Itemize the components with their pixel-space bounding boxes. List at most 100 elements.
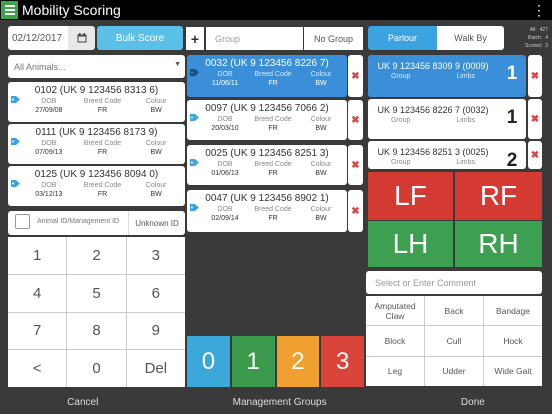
keypad-key[interactable]: 1 [8, 237, 67, 274]
remove-x-icon[interactable]: ✖ [528, 99, 542, 139]
animals-filter-select[interactable]: All Animals... ▼ [8, 55, 185, 78]
condition-button[interactable]: Amputated Claw [366, 296, 424, 326]
breed-label: Breed Code [83, 140, 122, 147]
score-1-button[interactable]: 1 [231, 336, 275, 387]
remove-x-icon[interactable]: ✖ [528, 141, 542, 169]
condition-button[interactable]: Hock [484, 326, 542, 356]
all-label: All: [529, 27, 537, 33]
queue-card[interactable]: 0025 (UK 9 123456 8251 3) DOB Breed Code C… [187, 145, 347, 185]
animal-card[interactable]: 0102 (UK 9 123456 8313 6) DOB Breed Code C… [8, 82, 185, 122]
keypad-key[interactable]: 9 [126, 312, 185, 350]
scored-card-selected[interactable]: UK 9 123456 8309 9 (0009) Group Limbs 1 [368, 55, 526, 97]
animal-eid: 0111 (UK 9 123456 8173 9) [35, 127, 158, 138]
breed-value: FR [268, 125, 278, 132]
queue-eid: 0097 (UK 9 123456 7066 2) [205, 103, 329, 114]
colour-value: BW [315, 170, 327, 177]
dob-value: 27/09/08 [35, 107, 63, 114]
group-label: Group [390, 159, 411, 166]
cancel-button[interactable]: Cancel [67, 397, 98, 408]
keypad-backspace-key[interactable]: < [8, 350, 67, 387]
animal-card[interactable]: 0125 (UK 9 123456 8094 0) DOB Breed Code C… [8, 166, 185, 206]
scored-label: Scored: [524, 43, 543, 49]
animal-id-input[interactable]: Animal ID/Management ID [37, 218, 119, 225]
scored-card[interactable]: UK 9 123456 8251 3 (0025) Group Limbs 2 [368, 141, 526, 169]
dob-label: DOB [41, 182, 57, 189]
keypad-key[interactable]: 4 [8, 274, 67, 312]
bulk-score-button[interactable]: Bulk Score [97, 26, 183, 50]
keypad-key[interactable]: 6 [126, 274, 185, 312]
app-title: Mobility Scoring [22, 2, 121, 18]
score-0-button[interactable]: 0 [187, 336, 230, 387]
limb-lh-button[interactable]: LH [368, 221, 453, 267]
queue-card[interactable]: 0097 (UK 9 123456 7066 2) DOB Breed Code C… [187, 100, 347, 140]
done-button[interactable]: Done [461, 397, 485, 408]
keypad-key[interactable]: 5 [67, 274, 126, 312]
no-group-button[interactable]: No Group [304, 27, 363, 50]
score-buttons: 0 1 2 3 [187, 336, 364, 387]
remove-x-icon[interactable]: ✖ [528, 55, 542, 97]
tag-icon [11, 96, 20, 103]
keypad-key[interactable]: 8 [67, 312, 126, 350]
colour-label: Colour [310, 206, 332, 213]
remove-x-icon[interactable]: ✖ [348, 145, 363, 185]
scored-card[interactable]: UK 9 123456 8226 7 (0032) Group Limbs 1 [368, 99, 526, 139]
group-label: Group [390, 117, 411, 124]
colour-label: Colour [145, 140, 167, 147]
keypad-key[interactable]: 0 [67, 350, 126, 387]
group-input[interactable]: Group [206, 27, 303, 50]
condition-button[interactable]: Block [366, 326, 424, 356]
condition-button[interactable]: Back [425, 296, 483, 326]
score-3-button[interactable]: 3 [321, 336, 364, 387]
queue-eid: 0047 (UK 9 123456 8902 1) [205, 193, 329, 204]
keypad-delete-key[interactable]: Del [126, 350, 185, 387]
breed-value: FR [268, 80, 278, 87]
hamburger-menu-icon[interactable] [1, 1, 18, 19]
condition-button[interactable]: Cull [425, 326, 483, 356]
limb-rf-button[interactable]: RF [455, 172, 542, 220]
keypad-key[interactable]: 2 [67, 237, 126, 274]
dob-label: DOB [217, 71, 233, 78]
plus-icon[interactable]: + [186, 27, 204, 50]
breed-label: Breed Code [254, 116, 292, 123]
condition-button[interactable]: Bandage [484, 296, 542, 326]
score-2-button[interactable]: 2 [276, 336, 320, 387]
all-count: 427 [539, 27, 548, 33]
breed-value: FR [97, 191, 108, 198]
tag-icon [190, 114, 199, 121]
tab-parlour[interactable]: Parlour [368, 26, 437, 50]
dob-label: DOB [217, 206, 233, 213]
scored-eid: UK 9 123456 8226 7 (0032) [377, 105, 489, 115]
overflow-vertical-icon[interactable]: ⋮ [532, 2, 546, 18]
colour-value: BW [150, 149, 162, 156]
keypad-key[interactable]: 7 [8, 312, 67, 350]
breed-value: FR [97, 107, 108, 114]
calendar-button[interactable] [68, 26, 95, 50]
unknown-id-button[interactable]: Unknown ID [128, 211, 185, 235]
date-field[interactable]: 02/12/2017 [8, 26, 68, 50]
dob-value: 11/06/11 [211, 80, 239, 87]
dob-value: 03/12/13 [35, 191, 63, 198]
remove-x-icon[interactable]: ✖ [348, 55, 363, 97]
limb-lf-button[interactable]: LF [368, 172, 453, 220]
condition-button[interactable]: Leg [366, 356, 424, 386]
remove-x-icon[interactable]: ✖ [348, 190, 363, 232]
tag-icon [11, 180, 20, 187]
queue-card-selected[interactable]: 0032 (UK 9 123456 8226 7) DOB Breed Code C… [187, 55, 347, 97]
id-checkbox[interactable] [15, 214, 30, 229]
tab-walk-by[interactable]: Walk By [437, 26, 504, 50]
condition-button[interactable]: Wide Gait [484, 356, 542, 386]
breed-label: Breed Code [254, 161, 292, 168]
keypad-key[interactable]: 3 [126, 237, 185, 274]
dob-value: 01/06/13 [211, 170, 239, 177]
management-groups-button[interactable]: Management Groups [233, 397, 327, 408]
animal-card[interactable]: 0111 (UK 9 123456 8173 9) DOB Breed Code C… [8, 124, 185, 164]
colour-label: Colour [145, 182, 167, 189]
remove-x-icon[interactable]: ✖ [348, 100, 363, 140]
batch-count: 4 [545, 35, 548, 41]
queue-eid: 0032 (UK 9 123456 8226 7) [205, 58, 329, 69]
limb-rh-button[interactable]: RH [455, 221, 542, 267]
queue-card[interactable]: 0047 (UK 9 123456 8902 1) DOB Breed Code C… [187, 190, 347, 232]
comment-input[interactable]: Select or Enter Comment [366, 271, 542, 294]
breed-label: Breed Code [83, 182, 122, 189]
condition-button[interactable]: Udder [425, 356, 483, 386]
